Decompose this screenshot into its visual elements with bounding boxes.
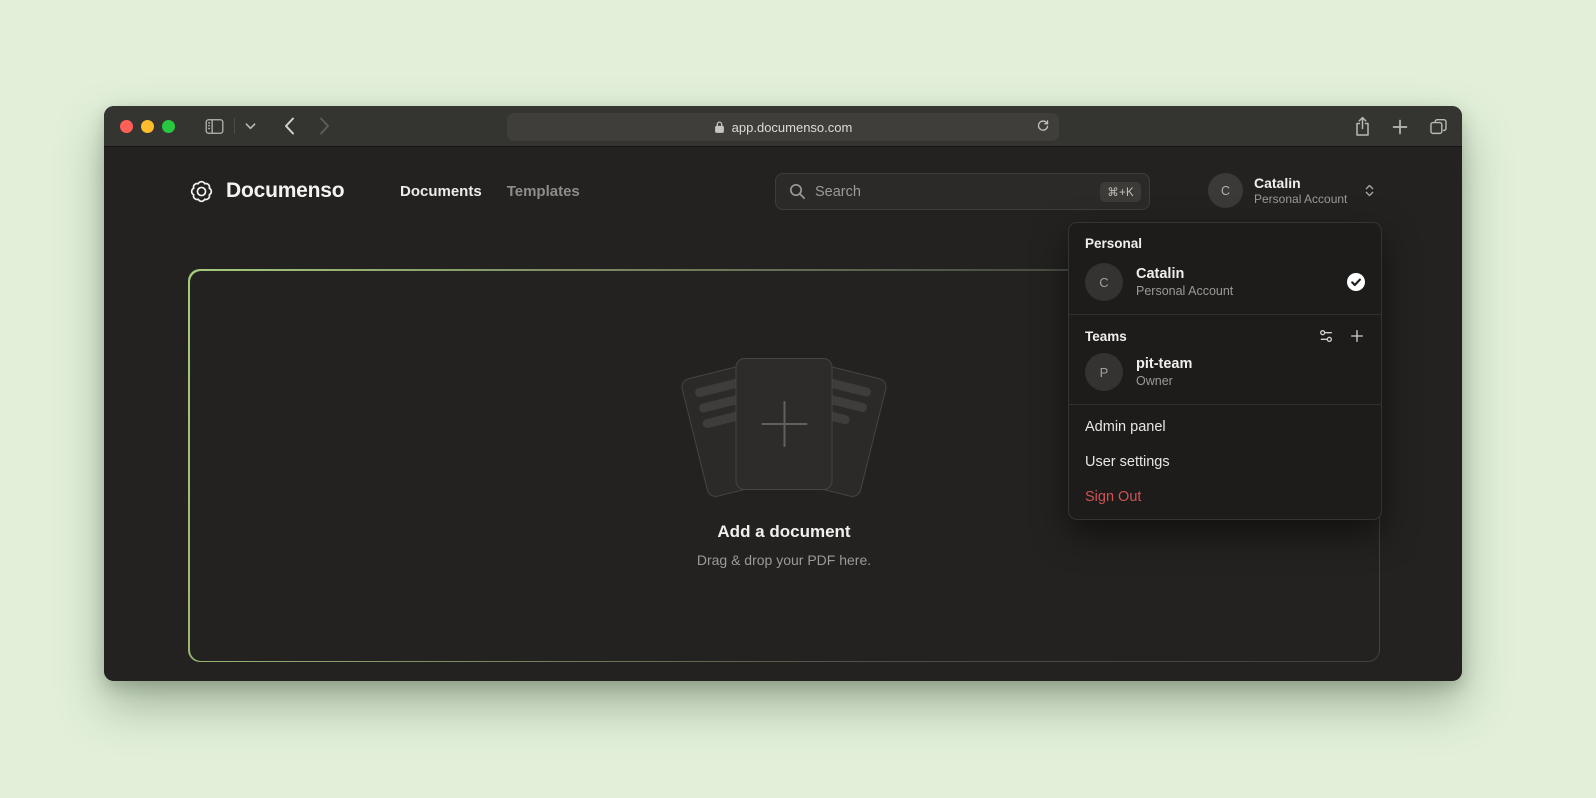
- dropzone-title: Add a document: [190, 522, 1379, 542]
- avatar: C: [1208, 173, 1243, 208]
- traffic-lights: [120, 120, 175, 133]
- manage-teams-icon[interactable]: [1318, 328, 1334, 344]
- menu-divider: [1069, 314, 1381, 315]
- search-input[interactable]: [815, 184, 1091, 200]
- team-name: pit-team: [1136, 355, 1192, 373]
- toolbar-divider: [234, 118, 235, 134]
- url-text: app.documenso.com: [732, 120, 853, 135]
- personal-account-name: Catalin: [1136, 265, 1233, 283]
- tab-overview-icon[interactable]: [1429, 118, 1448, 135]
- close-button[interactable]: [120, 120, 133, 133]
- sidebar-toggle-icon[interactable]: [197, 112, 232, 140]
- teams-section-header: Teams: [1074, 319, 1376, 347]
- main-nav: Documents Templates: [400, 174, 580, 208]
- menu-item-user-settings[interactable]: User settings: [1074, 444, 1376, 479]
- account-type: Personal Account: [1254, 192, 1347, 207]
- share-icon[interactable]: [1354, 116, 1371, 137]
- team-role: Owner: [1136, 373, 1192, 389]
- add-plus-icon: [756, 396, 812, 452]
- forward-button[interactable]: [311, 112, 338, 140]
- brand[interactable]: Documenso: [188, 174, 344, 208]
- search-icon: [789, 183, 806, 200]
- search-shortcut-badge: ⌘+K: [1100, 182, 1141, 202]
- back-button[interactable]: [276, 112, 303, 140]
- team-item[interactable]: P pit-team Owner: [1074, 347, 1376, 400]
- browser-window: app.documenso.com: [104, 106, 1462, 681]
- brand-wordmark: Documenso: [226, 179, 344, 203]
- personal-account-description: Personal Account: [1136, 283, 1233, 299]
- documenso-logo-icon: [188, 178, 215, 205]
- dropzone-subtitle: Drag & drop your PDF here.: [190, 552, 1379, 568]
- teams-section-label: Teams: [1085, 329, 1127, 344]
- avatar: C: [1085, 263, 1123, 301]
- lock-icon: [714, 120, 725, 134]
- sidebar-chevron-down-icon[interactable]: [237, 112, 264, 140]
- account-name: Catalin: [1254, 175, 1347, 192]
- nav-templates[interactable]: Templates: [507, 183, 580, 200]
- personal-section-label: Personal: [1074, 228, 1376, 257]
- browser-titlebar: app.documenso.com: [104, 106, 1462, 147]
- menu-item-sign-out[interactable]: Sign Out: [1074, 479, 1376, 514]
- zoom-button[interactable]: [162, 120, 175, 133]
- nav-documents[interactable]: Documents: [400, 183, 482, 200]
- chevrons-up-down-icon: [1362, 183, 1377, 198]
- menu-item-admin-panel[interactable]: Admin panel: [1074, 409, 1376, 444]
- account-menu-button[interactable]: C Catalin Personal Account: [1208, 173, 1377, 208]
- minimize-button[interactable]: [141, 120, 154, 133]
- app-content: Documenso Documents Templates ⌘+K C Cata…: [104, 147, 1462, 680]
- new-tab-plus-icon[interactable]: [1392, 119, 1408, 135]
- account-dropdown-menu: Personal C Catalin Personal Account Team…: [1068, 222, 1382, 520]
- card-center: [736, 358, 833, 490]
- search-bar[interactable]: ⌘+K: [775, 173, 1150, 210]
- address-bar[interactable]: app.documenso.com: [507, 113, 1059, 141]
- avatar: P: [1085, 353, 1123, 391]
- create-team-plus-icon[interactable]: [1349, 328, 1365, 344]
- menu-divider: [1069, 404, 1381, 405]
- personal-account-item[interactable]: C Catalin Personal Account: [1074, 257, 1376, 310]
- refresh-icon[interactable]: [1036, 118, 1050, 134]
- document-cards-illustration: [669, 353, 899, 505]
- selected-check-icon: [1347, 273, 1365, 291]
